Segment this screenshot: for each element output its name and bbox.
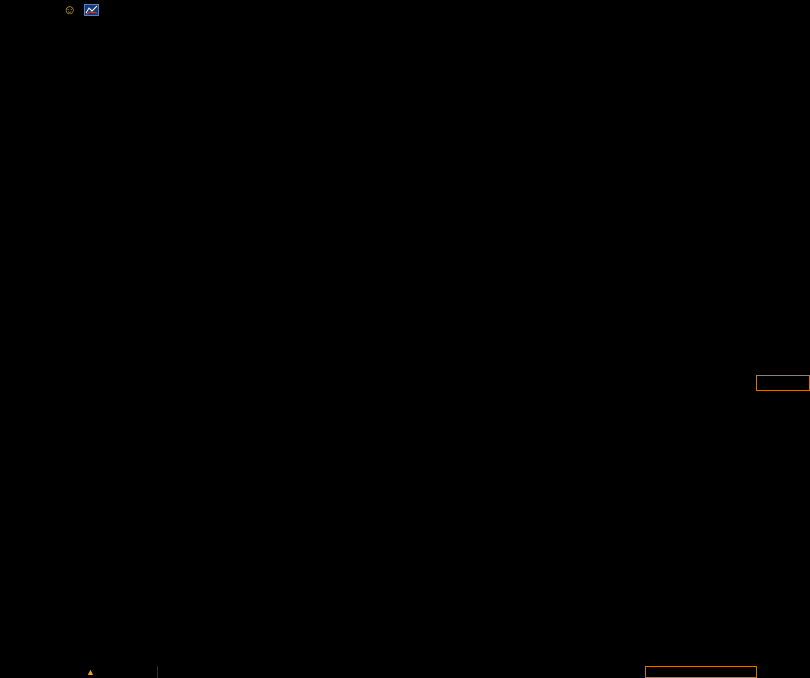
smiley-icon[interactable]: ☺ <box>63 2 76 17</box>
chart-canvas[interactable] <box>0 0 810 678</box>
current-date-label <box>645 666 757 678</box>
indicator-chart-icon[interactable] <box>84 3 100 16</box>
trading-chart-app: ☺ ▲ <box>0 0 810 678</box>
bottom-bar-divider <box>157 666 158 678</box>
bottom-bar: ▲ <box>0 666 810 678</box>
dropdown-arrow-icon[interactable]: ▲ <box>86 667 95 678</box>
